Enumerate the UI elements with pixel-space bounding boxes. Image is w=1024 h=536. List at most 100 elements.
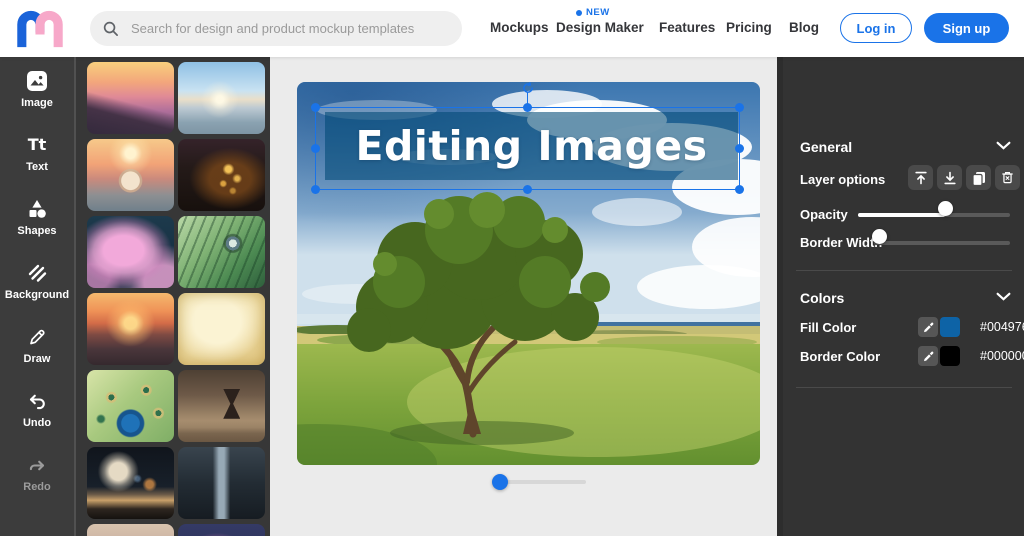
gallery-thumbnail-pink-flower[interactable] xyxy=(178,524,265,536)
search-bar xyxy=(90,11,462,46)
shapes-icon xyxy=(26,197,48,220)
selection-handle-top-right[interactable] xyxy=(735,103,744,112)
border-width-label: Border Width xyxy=(800,235,883,250)
border-color-eyedropper-button[interactable] xyxy=(918,346,938,366)
selection-box[interactable] xyxy=(311,82,744,194)
sidebar-item-text[interactable]: Tt Text xyxy=(2,133,72,178)
section-divider xyxy=(796,270,1012,271)
pencil-icon xyxy=(26,325,48,348)
bring-to-front-icon xyxy=(914,171,927,184)
sidebar-item-label: Background xyxy=(4,289,70,301)
border-color-label: Border Color xyxy=(800,349,881,364)
logo-pink-arch xyxy=(35,10,63,48)
nav-pricing[interactable]: Pricing xyxy=(726,20,772,35)
sidebar-item-label: Draw xyxy=(23,353,51,365)
fill-color-hex: #004976 xyxy=(980,320,1024,334)
border-color-swatch[interactable] xyxy=(940,346,960,366)
gallery-thumbnail-ocean-sunset[interactable] xyxy=(87,293,174,365)
general-section-title: General xyxy=(800,139,853,155)
eyedropper-icon xyxy=(923,351,933,361)
nav-blog[interactable]: Blog xyxy=(789,20,819,35)
gallery-thumbnail-eye-leaves[interactable] xyxy=(178,216,265,288)
gallery-thumbnail-dandelion[interactable] xyxy=(87,447,174,519)
general-collapse-chevron-icon[interactable] xyxy=(996,141,1011,150)
background-icon xyxy=(26,261,48,284)
eyedropper-icon xyxy=(923,322,933,332)
bring-to-front-button[interactable] xyxy=(908,165,933,190)
new-badge-dot xyxy=(576,9,582,16)
new-badge: NEW xyxy=(576,7,610,18)
tools-sidebar: Image Tt Text Shapes Background Draw Und… xyxy=(0,57,76,536)
mockups-logo[interactable] xyxy=(14,9,66,49)
colors-collapse-chevron-icon[interactable] xyxy=(996,292,1011,301)
main-area: Image Tt Text Shapes Background Draw Und… xyxy=(0,57,1024,536)
opacity-slider-track[interactable] xyxy=(858,213,1010,217)
opacity-slider-handle[interactable] xyxy=(937,201,953,216)
delete-layer-button[interactable] xyxy=(995,165,1020,190)
opacity-label: Opacity xyxy=(800,207,848,222)
fill-color-label: Fill Color xyxy=(800,320,857,335)
sidebar-item-draw[interactable]: Draw xyxy=(2,325,72,370)
selection-handle-middle-left[interactable] xyxy=(311,144,320,153)
gallery-thumbnail-peacock[interactable] xyxy=(87,370,174,442)
redo-icon xyxy=(26,453,48,476)
sidebar-item-label: Shapes xyxy=(17,225,57,237)
send-to-back-button[interactable] xyxy=(937,165,962,190)
opacity-slider xyxy=(858,201,1010,223)
selection-handle-top-left[interactable] xyxy=(311,103,320,112)
gallery-thumbnail-mountain-sunset[interactable] xyxy=(87,62,174,134)
workspace: Editing Images xyxy=(270,57,777,536)
top-navbar: Mockups NEW Design Maker Features Pricin… xyxy=(0,0,1024,57)
text-icon: Tt xyxy=(27,134,47,154)
border-width-slider-track[interactable] xyxy=(874,241,1010,245)
gallery-thumbnail-beach-birds[interactable] xyxy=(178,62,265,134)
gallery-thumbnail-vintage-paper[interactable] xyxy=(178,293,265,365)
signup-button[interactable]: Sign up xyxy=(924,13,1009,43)
sidebar-item-label: Redo xyxy=(23,481,51,493)
sidebar-item-redo[interactable]: Redo xyxy=(2,453,72,498)
sidebar-item-label: Undo xyxy=(22,417,52,429)
fill-color-swatch[interactable] xyxy=(940,317,960,337)
gallery-thumbnail-bottle-lights[interactable] xyxy=(178,139,265,211)
border-color-hex: #000000 xyxy=(980,349,1024,363)
border-width-slider xyxy=(872,229,1010,251)
undo-icon xyxy=(26,389,48,412)
sidebar-item-undo[interactable]: Undo xyxy=(2,389,72,434)
gallery-thumbnail-crystal-ball[interactable] xyxy=(87,139,174,211)
rotate-handle-stem xyxy=(526,92,529,108)
sidebar-item-background[interactable]: Background xyxy=(2,261,72,306)
properties-panel: General Layer options Opacity Border Wid… xyxy=(777,57,1024,536)
gallery-thumbnail-metal-column[interactable] xyxy=(178,447,265,519)
nav-mockups[interactable]: Mockups xyxy=(490,20,549,35)
gallery-thumbnail-dusk-clouds[interactable] xyxy=(87,524,174,536)
image-gallery xyxy=(76,57,270,536)
fill-color-eyedropper-button[interactable] xyxy=(918,317,938,337)
selection-handle-bottom-right[interactable] xyxy=(735,185,744,194)
sidebar-item-shapes[interactable]: Shapes xyxy=(2,197,72,242)
duplicate-layer-button[interactable] xyxy=(966,165,991,190)
gallery-thumbnail-pink-blossom[interactable] xyxy=(87,216,174,288)
send-to-back-icon xyxy=(943,171,956,184)
gallery-thumbnail-hourglass[interactable] xyxy=(178,370,265,442)
section-divider xyxy=(796,387,1012,388)
sidebar-item-label: Image xyxy=(21,97,53,109)
duplicate-icon xyxy=(971,171,985,186)
sidebar-item-label: Text xyxy=(26,161,48,173)
border-width-slider-handle[interactable] xyxy=(872,229,887,244)
login-button[interactable]: Log in xyxy=(840,13,912,43)
nav-features[interactable]: Features xyxy=(659,20,715,35)
colors-section-title: Colors xyxy=(800,290,845,306)
sidebar-item-image[interactable]: Image xyxy=(2,69,72,114)
new-badge-label: NEW xyxy=(586,7,610,18)
layer-options-label: Layer options xyxy=(800,172,886,187)
opacity-slider-fill xyxy=(858,213,945,217)
search-input[interactable] xyxy=(129,20,450,37)
image-icon xyxy=(26,69,48,92)
nav-design-maker[interactable]: Design Maker xyxy=(556,20,644,35)
rotate-icon[interactable] xyxy=(522,81,534,93)
selection-handle-bottom-middle[interactable] xyxy=(523,185,532,194)
selection-handle-bottom-left[interactable] xyxy=(311,185,320,194)
trash-icon xyxy=(1002,172,1013,184)
selection-handle-middle-right[interactable] xyxy=(735,144,744,153)
canvas-zoom-slider-handle[interactable] xyxy=(492,474,508,490)
